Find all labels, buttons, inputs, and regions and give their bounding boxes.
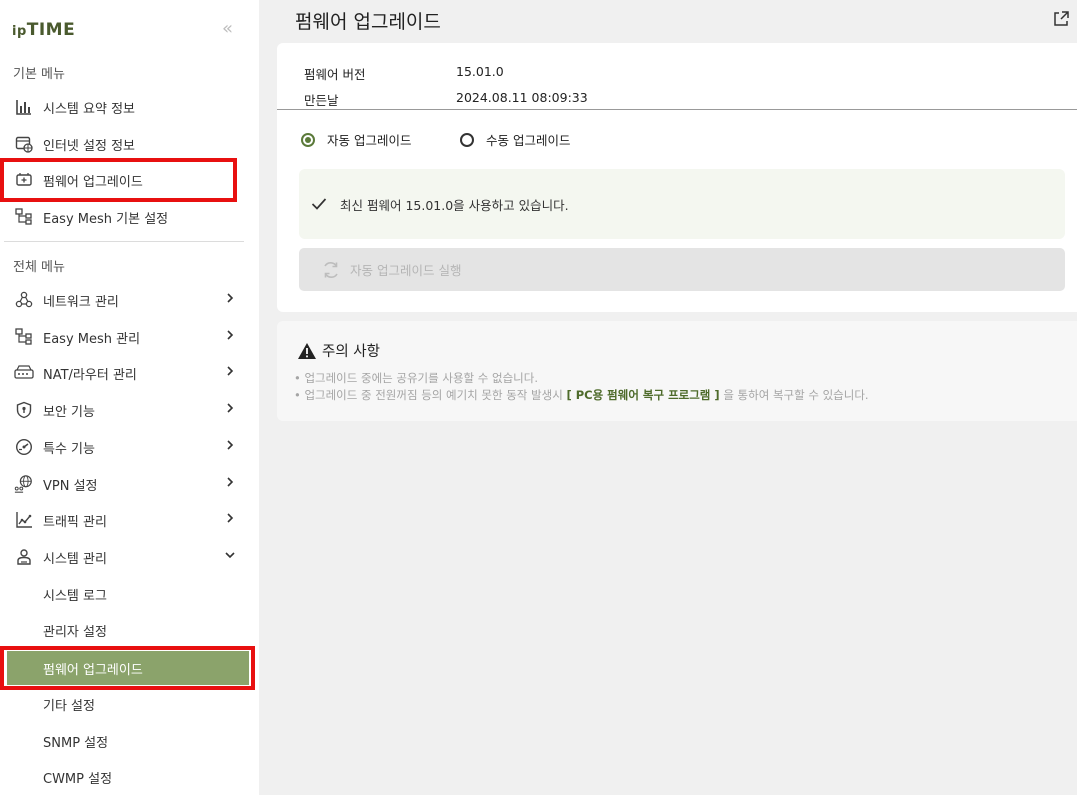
firmware-version-value: 15.01.0 (456, 64, 504, 79)
notice-text: 최신 펌웨어 15.01.0을 사용하고 있습니다. (340, 197, 569, 213)
sidebar-item-firmware-upgrade-basic[interactable]: 펌웨어 업그레이드 (0, 162, 250, 198)
sidebar-subitem-label: 펌웨어 업그레이드 (43, 662, 143, 678)
logo-time-text: TIME (26, 20, 76, 40)
sidebar-subitem-firmware-upgrade[interactable]: 펌웨어 업그레이드 (7, 651, 249, 685)
sidebar-item-label: 트래픽 관리 (43, 514, 107, 530)
chevron-right-icon (227, 293, 234, 303)
sidebar-subitem-label: SNMP 설정 (43, 735, 109, 751)
chevron-right-icon (227, 366, 234, 376)
sidebar-item-security[interactable]: 보안 기능 (0, 392, 250, 428)
sidebar-item-label: 보안 기능 (43, 404, 95, 420)
sidebar-item-label: 시스템 관리 (43, 551, 107, 567)
gauge-icon (14, 437, 34, 457)
sidebar-item-internet-info[interactable]: 인터넷 설정 정보 (0, 126, 250, 162)
vpn-globe-icon (14, 474, 34, 494)
warning-title: 주의 사항 (297, 340, 380, 361)
warning-triangle-icon (298, 342, 316, 359)
radio-auto-label: 자동 업그레이드 (327, 133, 412, 148)
refresh-icon (324, 261, 338, 278)
warning-line-2: • 업그레이드 중 전원꺼짐 등의 예기치 못한 동작 발생시 [ PC용 펌웨… (294, 387, 869, 403)
warning-line-2-pre: • 업그레이드 중 전원꺼짐 등의 예기치 못한 동작 발생시 (294, 388, 563, 402)
sidebar-subitem-snmp[interactable]: SNMP 설정 (0, 723, 250, 759)
sidebar-item-system-manage[interactable]: 시스템 관리 (0, 539, 250, 575)
sidebar-divider (4, 241, 244, 242)
sidebar-subitem-system-log[interactable]: 시스템 로그 (0, 576, 250, 612)
radio-unchecked-icon[interactable] (460, 132, 474, 147)
radio-checked-icon[interactable] (301, 132, 315, 147)
section-basic-menu: 기본 메뉴 (13, 67, 65, 82)
sidebar-subitem-other-settings[interactable]: 기타 설정 (0, 686, 250, 722)
section-all-menu: 전체 메뉴 (13, 260, 65, 275)
network-icon (14, 290, 34, 310)
sidebar-item-special[interactable]: 특수 기능 (0, 429, 250, 465)
traffic-chart-icon (14, 510, 34, 530)
sidebar-subitem-cwmp[interactable]: CWMP 설정 (0, 759, 250, 795)
sidebar-subitem-label: 시스템 로그 (43, 588, 107, 604)
logo-ip-text: ip (12, 24, 27, 39)
build-date-value: 2024.08.11 08:09:33 (456, 90, 588, 105)
chevron-right-icon (227, 477, 234, 487)
check-icon (311, 198, 327, 210)
router-icon (14, 363, 34, 383)
auto-upgrade-run-label: 자동 업그레이드 실행 (350, 263, 462, 278)
sidebar-item-label: Easy Mesh 관리 (43, 331, 141, 347)
sidebar-item-network[interactable]: 네트워크 관리 (0, 282, 250, 318)
chevron-right-icon (227, 403, 234, 413)
sidebar-subitem-label: 기타 설정 (43, 698, 95, 714)
radio-auto-upgrade[interactable]: 자동 업그레이드 (301, 130, 411, 149)
chevron-right-icon (227, 513, 234, 523)
radio-manual-label: 수동 업그레이드 (486, 133, 571, 148)
internet-settings-icon (14, 134, 34, 154)
warning-line-2-post: 을 통하여 복구할 수 있습니다. (723, 388, 869, 402)
firmware-icon (14, 170, 34, 190)
firmware-version-label: 펌웨어 버전 (304, 67, 366, 82)
chevron-right-icon (227, 440, 234, 450)
warning-line-1: • 업그레이드 중에는 공유기를 사용할 수 없습니다. (294, 371, 538, 385)
sidebar-item-label: VPN 설정 (43, 478, 98, 494)
sidebar-item-label: Easy Mesh 기본 설정 (43, 211, 169, 227)
pc-firmware-recovery-link[interactable]: [ PC용 펌웨어 복구 프로그램 ] (566, 388, 719, 402)
export-icon[interactable] (1052, 10, 1070, 28)
info-divider (277, 109, 1077, 110)
sidebar-item-label: 시스템 요약 정보 (43, 101, 135, 117)
warning-card: 주의 사항 • 업그레이드 중에는 공유기를 사용할 수 없습니다. • 업그레… (277, 321, 1077, 421)
sidebar-item-label: 펌웨어 업그레이드 (43, 174, 143, 190)
iptime-logo[interactable]: ipTIME (12, 20, 75, 40)
mesh-icon (14, 207, 34, 227)
firmware-info-card: 펌웨어 버전 15.01.0 만든날 2024.08.11 08:09:33 자… (277, 43, 1077, 312)
chevron-down-icon (225, 552, 235, 559)
sidebar-item-system-summary[interactable]: 시스템 요약 정보 (0, 89, 250, 125)
sidebar-item-easymesh-basic[interactable]: Easy Mesh 기본 설정 (0, 199, 250, 235)
sidebar-subitem-label: 관리자 설정 (43, 624, 107, 640)
page-title: 펌웨어 업그레이드 (295, 11, 441, 33)
sidebar-item-label: 특수 기능 (43, 441, 95, 457)
sidebar: ipTIME « 기본 메뉴 시스템 요약 정보 인터넷 설정 정보 펌웨어 업… (0, 0, 259, 795)
sidebar-item-label: 네트워크 관리 (43, 294, 119, 310)
build-date-label: 만든날 (304, 93, 339, 108)
warning-title-text: 주의 사항 (322, 344, 380, 360)
shield-icon (14, 400, 34, 420)
sidebar-item-nat-router[interactable]: NAT/라우터 관리 (0, 355, 250, 391)
sidebar-item-label: NAT/라우터 관리 (43, 367, 137, 383)
sidebar-subitem-admin-settings[interactable]: 관리자 설정 (0, 612, 250, 648)
sidebar-item-vpn[interactable]: VPN 설정 (0, 466, 250, 502)
sidebar-item-traffic[interactable]: 트래픽 관리 (0, 502, 250, 538)
main-content: 펌웨어 업그레이드 펌웨어 버전 15.01.0 만든날 2024.08.11 … (259, 0, 1077, 795)
sidebar-subitem-label: CWMP 설정 (43, 771, 113, 787)
sidebar-item-easymesh-manage[interactable]: Easy Mesh 관리 (0, 319, 250, 355)
latest-firmware-notice: 최신 펌웨어 15.01.0을 사용하고 있습니다. (299, 169, 1065, 239)
collapse-sidebar-icon[interactable]: « (222, 18, 233, 39)
mesh-icon (14, 327, 34, 347)
radio-manual-upgrade[interactable]: 수동 업그레이드 (460, 130, 570, 149)
chevron-right-icon (227, 330, 234, 340)
system-user-icon (14, 547, 34, 567)
auto-upgrade-run-button[interactable]: 자동 업그레이드 실행 (299, 248, 1065, 291)
bar-chart-icon (14, 97, 34, 117)
sidebar-item-label: 인터넷 설정 정보 (43, 138, 135, 154)
